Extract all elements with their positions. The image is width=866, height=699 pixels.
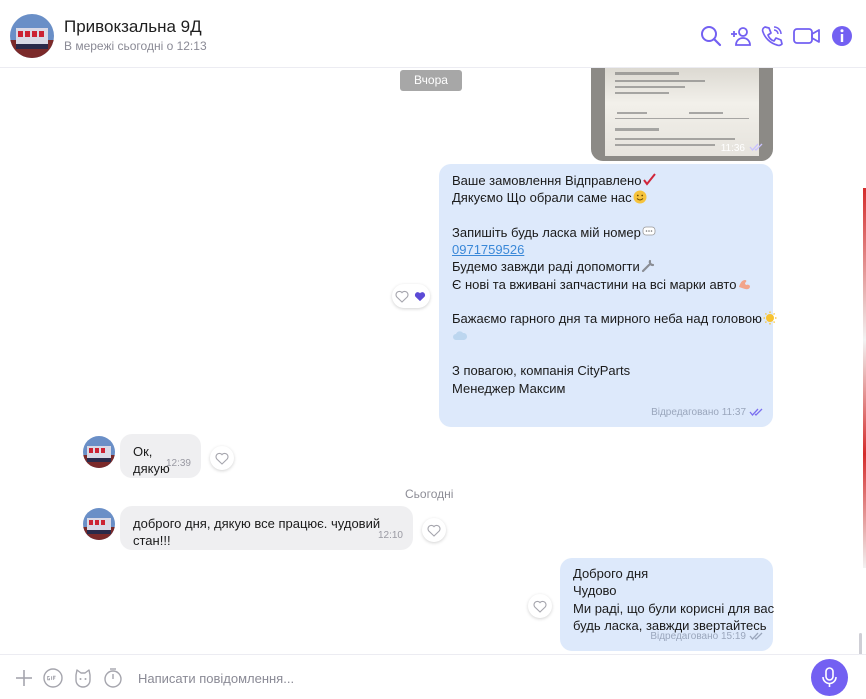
date-separator: Вчора <box>400 70 462 91</box>
plus-icon[interactable] <box>13 667 35 689</box>
smile-emoji-icon <box>633 190 647 204</box>
outgoing-message[interactable]: Доброго дня Чудово Ми раді, що були кори… <box>560 558 775 651</box>
message-meta: Відредаговано 15:19 <box>650 628 763 645</box>
heart-filled-icon <box>414 292 426 302</box>
reaction-pill[interactable] <box>392 284 430 308</box>
message-text: доброго дня, дякую все працює. чудовий с… <box>133 516 381 548</box>
chat-header: Привокзальна 9Д В мережі сьогодні о 12:1… <box>0 0 866 68</box>
message-line: Будемо завжди раді допомогти <box>452 259 640 275</box>
sun-emoji-icon <box>763 311 777 325</box>
like-button[interactable] <box>210 446 234 470</box>
heart-outline-icon <box>533 600 547 613</box>
message-line: Ми раді, що були корисні для вас <box>573 600 775 616</box>
voice-message-button[interactable] <box>811 659 848 696</box>
read-ticks-icon <box>749 143 763 151</box>
sender-avatar[interactable] <box>83 508 115 540</box>
search-icon[interactable] <box>699 24 723 48</box>
muscle-emoji-icon <box>739 279 751 289</box>
cloud-emoji-icon <box>453 331 467 340</box>
call-icon[interactable] <box>760 24 784 48</box>
heart-outline-icon <box>215 452 229 465</box>
message-list[interactable]: 11:36 Вчора Ваше замовлення Відправлено … <box>0 68 866 654</box>
message-line: Доброго дня <box>573 566 649 581</box>
order-message[interactable]: Ваше замовлення Відправлено Дякуємо Що о… <box>439 164 777 427</box>
chat-title[interactable]: Привокзальна 9Д <box>64 17 202 37</box>
heart-outline-icon[interactable] <box>395 290 409 303</box>
message-time: 11:36 <box>720 143 745 154</box>
message-line <box>452 293 761 310</box>
add-participant-icon[interactable] <box>729 24 753 48</box>
speech-bubble-icon <box>642 226 656 236</box>
check-mark-icon <box>643 173 657 186</box>
date-separator: Сьогодні <box>405 487 454 501</box>
read-ticks-icon <box>749 632 763 641</box>
sender-avatar[interactable] <box>83 436 115 468</box>
message-edited-time: Відредаговано 15:19 <box>650 630 746 642</box>
chat-status: В мережі сьогодні о 12:13 <box>64 39 207 53</box>
scrollbar[interactable] <box>859 633 862 654</box>
wrench-icon <box>641 260 654 273</box>
message-line: З повагою, компанія CityParts <box>452 363 631 379</box>
heart-outline-icon <box>427 524 441 537</box>
message-line: Дякуємо Що обрали саме нас <box>452 190 632 206</box>
message-time: 12:39 <box>165 458 191 469</box>
message-line: Чудово <box>573 583 617 599</box>
message-input[interactable]: Написати повідомлення... <box>138 671 294 686</box>
message-line: Ваше замовлення Відправлено <box>452 173 642 188</box>
photo-message[interactable]: 11:36 <box>591 68 773 161</box>
message-edited-time: Відредаговано 11:37 <box>651 406 746 418</box>
message-time: 12:10 <box>377 530 403 541</box>
incoming-message[interactable]: Ок, дякую 12:39 <box>120 434 201 478</box>
mic-icon <box>822 667 837 687</box>
message-composer: Написати повідомлення... <box>0 654 866 699</box>
sticker-icon[interactable] <box>72 667 94 689</box>
like-button[interactable] <box>528 594 552 618</box>
message-line: Бажаємо гарного дня та мирного неба над … <box>452 311 762 327</box>
incoming-message[interactable]: доброго дня, дякую все працює. чудовий с… <box>120 506 413 550</box>
read-ticks-icon <box>749 408 763 417</box>
chat-avatar[interactable] <box>10 14 54 58</box>
message-line <box>452 345 761 362</box>
timer-icon[interactable] <box>102 667 124 689</box>
phone-number-link[interactable]: 0971759526 <box>452 242 524 257</box>
message-line: Є нові та вживані запчастини на всі марк… <box>452 276 737 292</box>
like-button[interactable] <box>422 518 446 542</box>
message-line <box>452 207 761 224</box>
info-icon[interactable] <box>830 24 854 48</box>
video-call-icon[interactable] <box>793 24 821 48</box>
gif-icon[interactable] <box>42 667 64 689</box>
message-meta: Відредаговано 11:37 <box>651 404 763 421</box>
message-line: Запишіть будь ласка мій номер <box>452 224 641 240</box>
message-line: Менеджер Максим <box>452 380 566 396</box>
